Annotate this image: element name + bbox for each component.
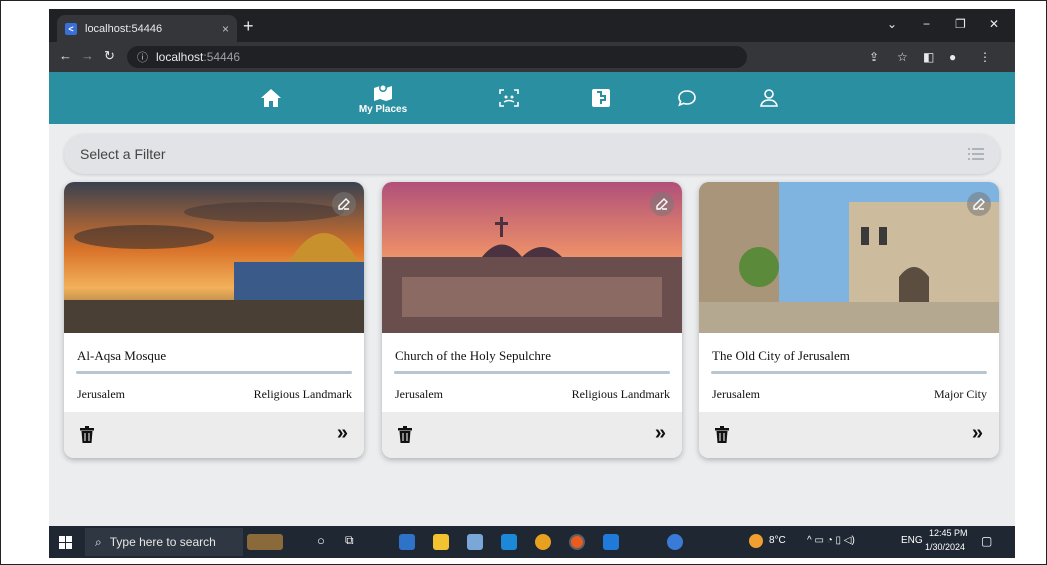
place-image-holy-sepulchre	[382, 182, 682, 333]
place-card[interactable]: The Old City of Jerusalem Jerusalem Majo…	[699, 182, 999, 458]
back-icon[interactable]: ←	[59, 48, 72, 63]
card-divider	[711, 371, 987, 374]
mail-icon[interactable]	[501, 534, 517, 550]
cortana-icon[interactable]: ○	[317, 533, 325, 548]
taskbar-search-placeholder: Type here to search	[109, 535, 216, 549]
nav-profile[interactable]	[749, 72, 789, 124]
menu-icon[interactable]: ⋮	[979, 50, 991, 64]
filter-placeholder: Select a Filter	[80, 146, 166, 162]
forward-icon[interactable]: →	[81, 48, 94, 63]
task-view-icon[interactable]: ⧉	[345, 533, 354, 548]
place-name: Church of the Holy Sepulchre	[395, 348, 551, 363]
delete-trash-icon[interactable]	[715, 426, 729, 443]
address-port: :54446	[203, 50, 241, 64]
taskbar-search[interactable]: ⌕ Type here to search	[85, 528, 243, 556]
place-category: Major City	[934, 387, 987, 401]
search-icon: ⌕	[95, 534, 102, 549]
place-image-al-aqsa	[64, 182, 364, 333]
nav-scan[interactable]	[489, 72, 529, 124]
browser-toolbar: ← → ↻ ⓘ localhost:54446 ⇪ ☆ ◧ ● ⋮	[49, 42, 1015, 72]
delete-trash-icon[interactable]	[398, 426, 412, 443]
clock-time[interactable]: 12:45 PM	[929, 528, 968, 538]
open-details-button[interactable]: »	[655, 422, 666, 445]
vscode-icon[interactable]	[603, 534, 619, 550]
reload-icon[interactable]: ↻	[104, 48, 115, 64]
place-city: Jerusalem	[712, 387, 760, 401]
tab-title: localhost:54446	[85, 22, 163, 35]
new-tab-button[interactable]: +	[243, 17, 254, 35]
browser-tab[interactable]: < localhost:54446 ×	[57, 15, 237, 42]
notifications-icon[interactable]: ▢	[981, 534, 992, 548]
card-footer: »	[64, 412, 364, 458]
address-bar[interactable]: ⓘ localhost:54446	[127, 46, 747, 68]
card-divider	[76, 371, 352, 374]
screenshot-frame: < localhost:54446 × + ⌄ − ❐ ✕ ← → ↻ ⓘ lo…	[0, 0, 1047, 565]
nav-my-places[interactable]: My Places	[353, 72, 413, 124]
delete-trash-icon[interactable]	[80, 426, 94, 443]
chrome-active-icon[interactable]	[569, 534, 585, 550]
restore-button[interactable]: ❐	[955, 17, 966, 31]
side-panel-icon[interactable]: ◧	[923, 50, 934, 64]
chat-icon	[678, 90, 696, 107]
weather-icon[interactable]	[749, 534, 763, 548]
nav-my-places-label: My Places	[358, 103, 408, 115]
tray-icons[interactable]: ^ ▭ ◔ ▯ ◁)	[807, 535, 855, 546]
bookmark-star-icon[interactable]: ☆	[897, 50, 908, 64]
place-city: Jerusalem	[395, 387, 443, 401]
help-icon[interactable]	[667, 534, 683, 550]
home-icon	[261, 89, 281, 107]
weather-temp[interactable]: 8°C	[769, 535, 786, 546]
tab-close-icon[interactable]: ×	[222, 22, 229, 36]
place-card[interactable]: Church of the Holy Sepulchre Jerusalem R…	[382, 182, 682, 458]
app-nav-bar: My Places	[49, 72, 1015, 124]
list-filter-icon[interactable]	[968, 148, 984, 160]
place-image-old-city	[699, 182, 999, 333]
place-name: The Old City of Jerusalem	[712, 348, 850, 363]
nav-home[interactable]	[251, 72, 291, 124]
map-places-icon	[374, 83, 392, 101]
nav-chat[interactable]	[667, 72, 707, 124]
chrome-icon[interactable]	[535, 534, 551, 550]
edit-button[interactable]	[967, 192, 991, 216]
card-footer: »	[699, 412, 999, 458]
language-indicator[interactable]: ENG	[901, 535, 923, 546]
favicon-icon: <	[65, 22, 77, 35]
windows-start-icon[interactable]	[59, 536, 72, 549]
user-icon	[760, 89, 778, 107]
address-host: localhost	[156, 50, 204, 64]
share-icon[interactable]: ⇪	[869, 50, 879, 64]
nav-puzzle[interactable]	[581, 72, 621, 124]
open-details-button[interactable]: »	[337, 422, 348, 445]
pinned-app-icon[interactable]	[467, 534, 483, 550]
minimize-button[interactable]: −	[923, 17, 930, 31]
filter-select[interactable]: Select a Filter	[64, 134, 1000, 174]
puzzle-icon	[592, 89, 610, 107]
tab-search-icon[interactable]: ⌄	[887, 17, 897, 31]
site-info-icon[interactable]: ⓘ	[137, 49, 148, 65]
windows-taskbar: ⌕ Type here to search ○ ⧉ 8°C ^ ▭ ◔ ▯ ◁)…	[49, 526, 1015, 558]
place-name: Al-Aqsa Mosque	[77, 348, 167, 363]
clock-date[interactable]: 1/30/2024	[925, 542, 965, 552]
place-category: Religious Landmark	[571, 387, 670, 401]
edit-icon	[338, 198, 350, 210]
place-card[interactable]: Al-Aqsa Mosque Jerusalem Religious Landm…	[64, 182, 364, 458]
place-category: Religious Landmark	[253, 387, 352, 401]
place-city: Jerusalem	[77, 387, 125, 401]
edit-button[interactable]	[332, 192, 356, 216]
search-highlight-icon[interactable]	[247, 534, 283, 550]
open-details-button[interactable]: »	[972, 422, 983, 445]
scan-icon	[499, 89, 519, 107]
edit-icon	[973, 198, 985, 210]
card-divider	[394, 371, 670, 374]
close-window-button[interactable]: ✕	[989, 17, 999, 31]
card-footer: »	[382, 412, 682, 458]
edit-icon	[656, 198, 668, 210]
browser-tab-bar: < localhost:54446 × + ⌄ − ❐ ✕	[49, 9, 1015, 42]
file-explorer-icon[interactable]	[433, 534, 449, 550]
screen: < localhost:54446 × + ⌄ − ❐ ✕ ← → ↻ ⓘ lo…	[49, 9, 1015, 558]
edit-button[interactable]	[650, 192, 674, 216]
profile-icon[interactable]: ●	[949, 50, 956, 64]
pinned-app-icon[interactable]	[399, 534, 415, 550]
